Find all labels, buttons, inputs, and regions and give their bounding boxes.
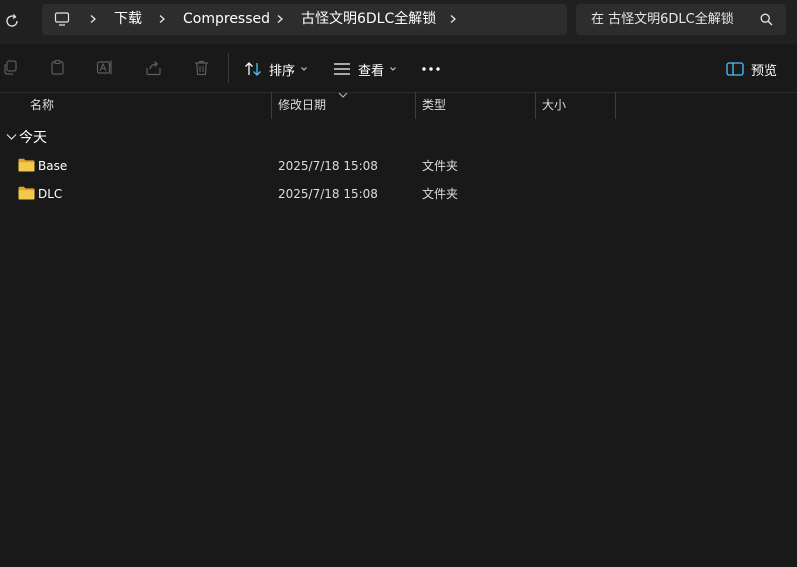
view-button[interactable]: 查看 (333, 54, 397, 84)
column-divider[interactable] (415, 92, 416, 119)
toolbar-divider (228, 53, 229, 83)
item-type: 文件夹 (422, 187, 459, 201)
column-divider[interactable] (271, 92, 272, 119)
search-icon[interactable] (760, 13, 773, 26)
file-list-item[interactable]: DLC 2025/7/18 15:08 文件夹 (0, 180, 797, 208)
group-label: 今天 (19, 130, 47, 146)
navigation-bar: 下载 Compressed 古怪文明6DLC全解锁 在 古怪文明6DLC全解锁 (0, 0, 797, 44)
breadcrumb-downloads[interactable]: 下载 (114, 4, 142, 35)
folder-icon (18, 186, 35, 200)
view-list-icon (334, 63, 350, 75)
column-header-name[interactable]: 名称 (30, 92, 54, 119)
column-header-size[interactable]: 大小 (542, 92, 566, 119)
group-header-today[interactable]: 今天 (0, 125, 47, 149)
chevron-right-icon[interactable] (157, 14, 167, 24)
column-header-row: 名称 修改日期 类型 大小 (0, 92, 797, 119)
rename-icon[interactable] (96, 59, 114, 76)
chevron-right-icon[interactable] (275, 14, 285, 24)
folder-icon (18, 158, 35, 172)
item-modified: 2025/7/18 15:08 (278, 159, 378, 173)
preview-label: 预览 (751, 63, 778, 79)
more-options-button[interactable] (421, 54, 441, 84)
preview-pane-icon (726, 62, 744, 76)
sort-icon (245, 62, 261, 76)
item-type: 文件夹 (422, 159, 459, 173)
this-pc-icon (54, 12, 70, 26)
chevron-down-icon (390, 67, 396, 71)
copy-icon[interactable] (2, 59, 19, 76)
sort-label: 排序 (269, 63, 296, 79)
chevron-right-icon[interactable] (88, 14, 98, 24)
file-list-item[interactable]: Base 2025/7/18 15:08 文件夹 (0, 152, 797, 180)
column-divider[interactable] (615, 92, 616, 119)
share-icon[interactable] (145, 59, 162, 76)
paste-icon[interactable] (49, 59, 66, 76)
chevron-right-icon[interactable] (448, 14, 458, 24)
search-box[interactable]: 在 古怪文明6DLC全解锁 (576, 4, 786, 35)
column-divider[interactable] (535, 92, 536, 119)
chevron-down-icon[interactable] (6, 133, 17, 141)
refresh-icon (6, 14, 18, 27)
item-modified: 2025/7/18 15:08 (278, 187, 378, 201)
chevron-down-icon (301, 67, 307, 71)
view-label: 查看 (358, 63, 385, 79)
sort-descending-icon (338, 92, 348, 98)
preview-pane-button[interactable]: 预览 (726, 54, 777, 84)
address-bar[interactable]: 下载 Compressed 古怪文明6DLC全解锁 (42, 4, 567, 35)
column-header-modified[interactable]: 修改日期 (278, 92, 326, 119)
breadcrumb-compressed[interactable]: Compressed (183, 4, 270, 35)
column-header-type[interactable]: 类型 (422, 92, 446, 119)
command-bar: 排序 查看 预览 (0, 44, 797, 93)
more-icon (422, 67, 440, 71)
item-name: Base (38, 159, 68, 173)
delete-icon[interactable] (193, 59, 210, 76)
refresh-button[interactable] (1, 10, 23, 32)
search-input[interactable]: 在 古怪文明6DLC全解锁 (591, 4, 734, 35)
item-name: DLC (38, 187, 63, 201)
breadcrumb-current-folder[interactable]: 古怪文明6DLC全解锁 (301, 4, 436, 35)
sort-button[interactable]: 排序 (244, 54, 308, 84)
